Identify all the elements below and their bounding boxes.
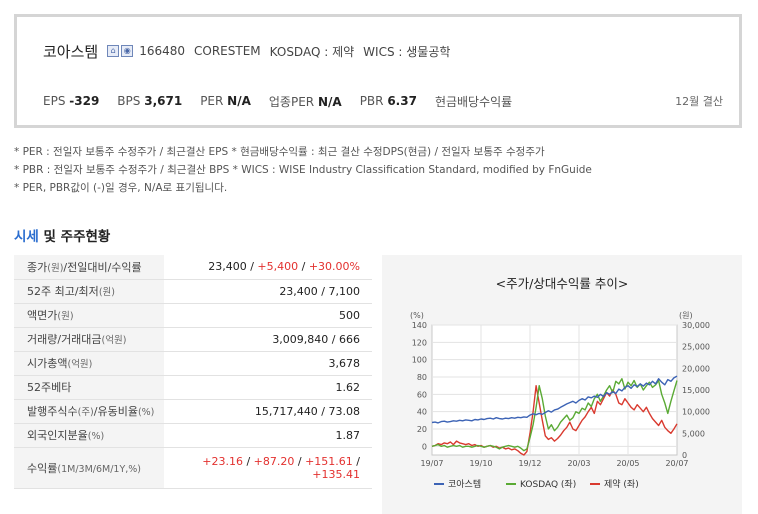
left-axis-tick-label: 0 (422, 442, 427, 451)
left-axis-tick-label: 120 (412, 338, 427, 347)
footnotes: * PER : 전일자 보통주 수정주가 / 최근결산 EPS * 현금배당수익… (14, 143, 592, 197)
per-metric: PER N/A (200, 94, 251, 108)
row-value-shares: 15,717,440 / 73.08 (164, 399, 372, 424)
left-axis-unit: (%) (410, 311, 424, 320)
row-value-close: 23,400 / +5,400 / +30.00% (164, 255, 372, 280)
x-axis-tick-label: 19/12 (518, 459, 541, 468)
left-axis-tick-label: 40 (417, 408, 427, 417)
x-axis-tick-label: 19/10 (469, 459, 492, 468)
row-value-beta: 1.62 (164, 375, 372, 400)
industry-per-metric: 업종PER N/A (268, 94, 342, 109)
market-stats-table: 종가(원)/전일대비/수익률 23,400 / +5,400 / +30.00%… (14, 255, 372, 489)
row-label-beta: 52주베타 (14, 375, 164, 400)
camera-icon[interactable]: ◉ (121, 45, 134, 57)
table-row: 액면가(원) 500 (14, 303, 372, 328)
section-title-rest: 및 주주현황 (38, 229, 111, 245)
market-sector: KOSDAQ : 제약 (269, 44, 355, 59)
settlement-month: 12월 결산 (675, 95, 723, 108)
table-row: 52주 최고/최저(원) 23,400 / 7,100 (14, 279, 372, 304)
right-axis-tick-label: 10,000 (682, 408, 710, 417)
row-label-close: 종가(원)/전일대비/수익률 (14, 255, 164, 280)
wics-sector: WICS : 생물공학 (363, 44, 451, 59)
company-summary-box: 코아스템 ⌂ ◉ 166480 CORESTEM KOSDAQ : 제약 WIC… (14, 14, 742, 128)
table-row: 시가총액(억원) 3,678 (14, 351, 372, 376)
x-axis-tick-label: 20/07 (665, 459, 688, 468)
footnote-line: * PER, PBR값이 (-)일 경우, N/A로 표기됩니다. (14, 182, 228, 194)
dividend-yield-metric: 현금배당수익률 (434, 94, 513, 109)
table-row: 52주베타 1.62 (14, 375, 372, 400)
left-axis-tick-label: 80 (417, 373, 427, 382)
table-row: 외국인지분율(%) 1.87 (14, 423, 372, 448)
table-row: 발행주식수(주)/유동비율(%) 15,717,440 / 73.08 (14, 399, 372, 424)
right-axis-tick-label: 25,000 (682, 343, 710, 352)
row-value-high-low: 23,400 / 7,100 (164, 279, 372, 304)
price-return-chart: 02040608010012014005,00010,00015,00020,0… (410, 311, 710, 490)
right-axis-tick-label: 20,000 (682, 364, 710, 373)
plot-area (431, 324, 678, 456)
table-row: 종가(원)/전일대비/수익률 23,400 / +5,400 / +30.00% (14, 255, 372, 280)
price-chart-panel: <주가/상대수익률 추이> 0 20 40 60 80 100 120 140 0 5,000 10… (382, 255, 742, 514)
row-value-foreign: 1.87 (164, 423, 372, 448)
row-label-returns: 수익률(1M/3M/6M/1Y,%) (14, 447, 164, 489)
legend-label: 제약 (좌) (604, 478, 639, 490)
market-section-title: 시세 및 주주현황 (14, 225, 110, 245)
x-axis-tick-label: 20/03 (567, 459, 590, 468)
left-axis-tick-label: 140 (412, 321, 427, 330)
row-value-par: 500 (164, 303, 372, 328)
x-axis-tick-label: 19/07 (420, 459, 443, 468)
left-axis-tick-label: 60 (417, 390, 427, 399)
row-label-par: 액면가(원) (14, 303, 164, 328)
row-value-volume: 3,009,840 / 666 (164, 327, 372, 352)
section-title-accent: 시세 (14, 229, 39, 245)
bps-metric: BPS 3,671 (117, 94, 183, 108)
right-axis-tick-label: 5,000 (682, 429, 705, 438)
right-axis-tick-label: 30,000 (682, 321, 710, 330)
legend-label: KOSDAQ (좌) (520, 479, 576, 490)
row-label-high-low: 52주 최고/최저(원) (14, 279, 164, 304)
footnote-line: * PER : 전일자 보통주 수정주가 / 최근결산 EPS * 현금배당수익… (14, 146, 545, 158)
row-label-volume: 거래량/거래대금(억원) (14, 327, 164, 352)
eps-metric: EPS -329 (43, 94, 100, 108)
valuation-metrics-row: EPS -329 BPS 3,671 PER N/A 업종PER N/A PBR… (43, 92, 723, 110)
company-name: 코아스템 (43, 42, 99, 61)
table-row: 수익률(1M/3M/6M/1Y,%) +23.16 / +87.20 / +15… (14, 447, 372, 489)
row-label-shares: 발행주식수(주)/유동비율(%) (14, 399, 164, 424)
table-row: 거래량/거래대금(억원) 3,009,840 / 666 (14, 327, 372, 352)
row-value-market-cap: 3,678 (164, 351, 372, 376)
footnote-line: * PBR : 전일자 보통주 수정주가 / 최근결산 BPS * WICS :… (14, 164, 592, 176)
english-name: CORESTEM (194, 44, 261, 58)
row-label-market-cap: 시가총액(억원) (14, 351, 164, 376)
left-axis-tick-label: 100 (412, 356, 427, 365)
right-axis-tick-label: 15,000 (682, 386, 710, 395)
right-axis-unit: (원) (679, 311, 693, 320)
legend-label: 코아스템 (448, 478, 481, 490)
stock-code: 166480 (139, 44, 186, 58)
pbr-metric: PBR 6.37 (359, 94, 417, 108)
row-label-foreign: 외국인지분율(%) (14, 423, 164, 448)
row-value-returns: +23.16 / +87.20 / +151.61 / +135.41 (164, 447, 372, 489)
x-axis-tick-label: 20/05 (616, 459, 639, 468)
building-icon[interactable]: ⌂ (107, 45, 120, 57)
company-title-row: 코아스템 ⌂ ◉ 166480 CORESTEM KOSDAQ : 제약 WIC… (43, 41, 450, 61)
left-axis-tick-label: 20 (417, 425, 427, 434)
